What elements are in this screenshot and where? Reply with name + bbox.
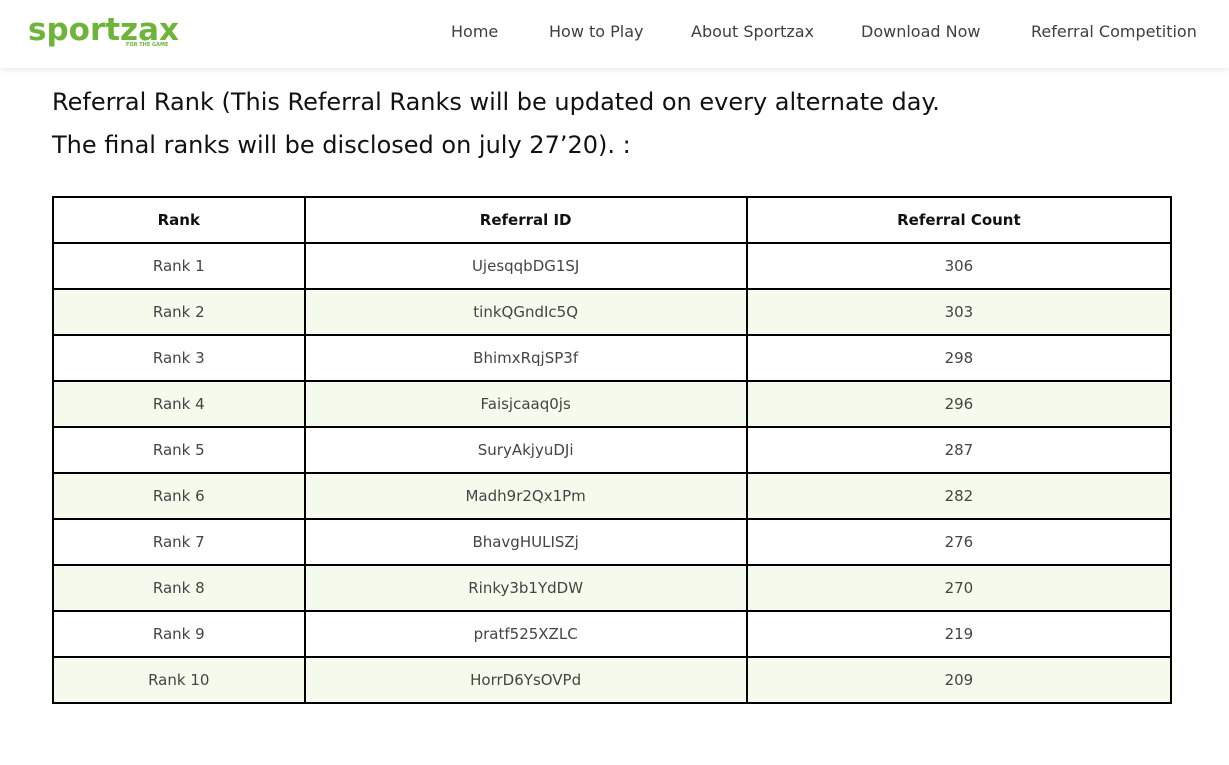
table-row: Rank 3 BhimxRqjSP3f 298 — [52, 334, 1173, 382]
referral-id-cell: UjesqqbDG1SJ — [303, 242, 748, 290]
referral-count-cell: 282 — [745, 472, 1173, 520]
referral-id-cell: SuryAkjyuDJi — [303, 426, 748, 474]
referral-count-cell: 296 — [745, 380, 1173, 428]
rank-cell: Rank 9 — [52, 610, 306, 658]
page-title-line-2: The final ranks will be disclosed on jul… — [52, 131, 631, 159]
rank-cell: Rank 5 — [52, 426, 306, 474]
logo-tagline: FOR THE GAME — [126, 42, 169, 48]
nav-referral-competition[interactable]: Referral Competition — [1031, 22, 1197, 44]
rank-cell: Rank 10 — [52, 656, 306, 704]
table-row: Rank 10 HorrD6YsOVPd 209 — [52, 656, 1173, 704]
referral-id-cell: pratf525XZLC — [303, 610, 748, 658]
referral-id-cell: Rinky3b1YdDW — [303, 564, 748, 612]
referral-id-cell: tinkQGndIc5Q — [303, 288, 748, 336]
table-row: Rank 5 SuryAkjyuDJi 287 — [52, 426, 1173, 474]
rank-cell: Rank 3 — [52, 334, 306, 382]
referral-id-cell: Faisjcaaq0js — [303, 380, 748, 428]
referral-count-cell: 303 — [745, 288, 1173, 336]
header-rank: Rank — [52, 196, 306, 244]
referral-count-cell: 287 — [745, 426, 1173, 474]
referral-count-cell: 276 — [745, 518, 1173, 566]
referral-id-cell: Madh9r2Qx1Pm — [303, 472, 748, 520]
referral-count-cell: 219 — [745, 610, 1173, 658]
referral-count-cell: 298 — [745, 334, 1173, 382]
rank-cell: Rank 6 — [52, 472, 306, 520]
referral-rank-table: Rank Referral ID Referral Count Rank 1 U… — [52, 196, 1173, 704]
nav-download-now[interactable]: Download Now — [861, 22, 980, 44]
sportzax-logo[interactable]: sportzax FOR THE GAME — [28, 12, 179, 50]
table-row: Rank 7 BhavgHULISZj 276 — [52, 518, 1173, 566]
nav-how-to-play[interactable]: How to Play — [549, 22, 644, 44]
table-row: Rank 8 Rinky3b1YdDW 270 — [52, 564, 1173, 612]
header-referral-id: Referral ID — [303, 196, 748, 244]
header-referral-count: Referral Count — [745, 196, 1173, 244]
table-row: Rank 4 Faisjcaaq0js 296 — [52, 380, 1173, 428]
nav-about-sportzax[interactable]: About Sportzax — [691, 22, 814, 44]
referral-id-cell: HorrD6YsOVPd — [303, 656, 748, 704]
table-row: Rank 2 tinkQGndIc5Q 303 — [52, 288, 1173, 336]
page-title-line-1: Referral Rank (This Referral Ranks will … — [52, 88, 940, 116]
rank-cell: Rank 4 — [52, 380, 306, 428]
rank-cell: Rank 2 — [52, 288, 306, 336]
referral-count-cell: 270 — [745, 564, 1173, 612]
table-row: Rank 9 pratf525XZLC 219 — [52, 610, 1173, 658]
rank-cell: Rank 8 — [52, 564, 306, 612]
referral-count-cell: 209 — [745, 656, 1173, 704]
referral-count-cell: 306 — [745, 242, 1173, 290]
table-row: Rank 6 Madh9r2Qx1Pm 282 — [52, 472, 1173, 520]
nav-home[interactable]: Home — [451, 22, 498, 44]
referral-id-cell: BhavgHULISZj — [303, 518, 748, 566]
rank-cell: Rank 7 — [52, 518, 306, 566]
site-header: sportzax FOR THE GAME Home How to Play A… — [0, 0, 1229, 68]
referral-id-cell: BhimxRqjSP3f — [303, 334, 748, 382]
rank-cell: Rank 1 — [52, 242, 306, 290]
table-header-row: Rank Referral ID Referral Count — [52, 196, 1173, 244]
table-row: Rank 1 UjesqqbDG1SJ 306 — [52, 242, 1173, 290]
